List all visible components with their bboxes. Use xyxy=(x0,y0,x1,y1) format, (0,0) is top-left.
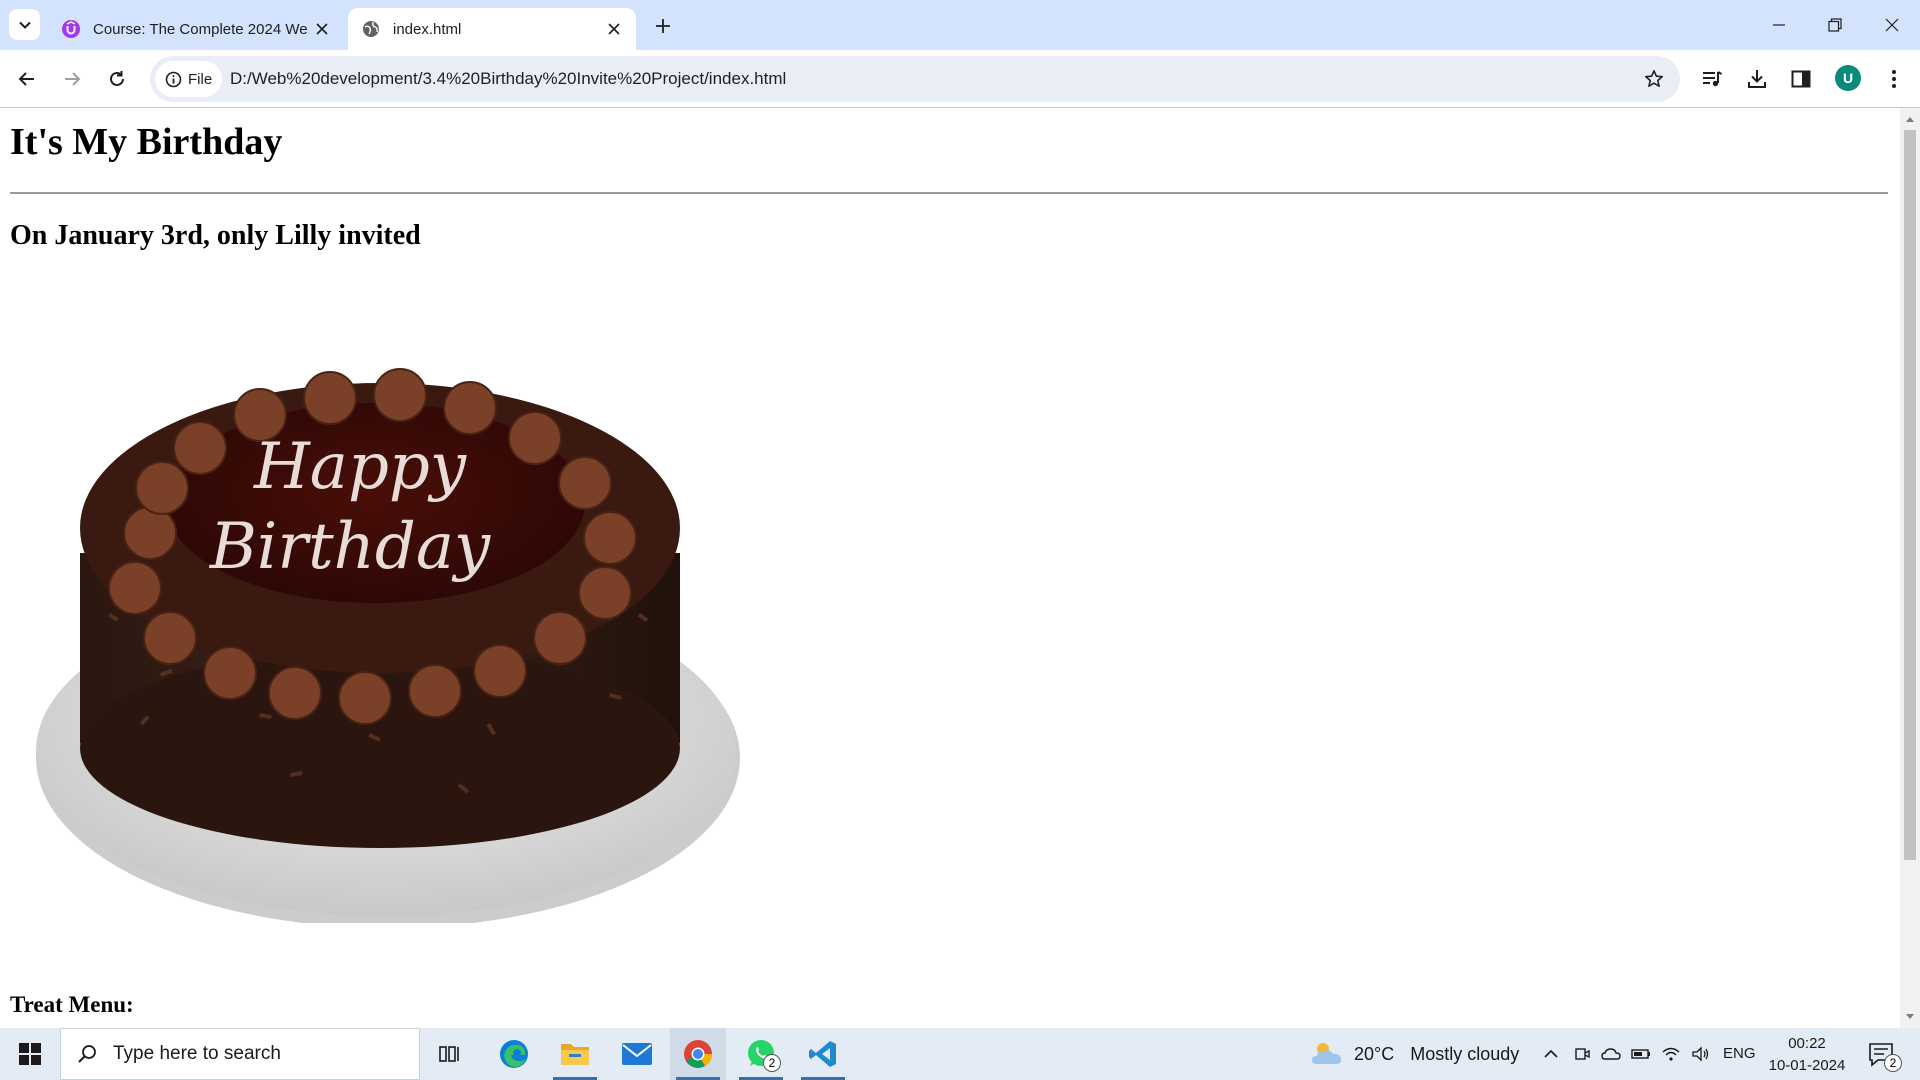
onedrive-icon[interactable] xyxy=(1598,1028,1624,1080)
clock-date: 10-01-2024 xyxy=(1768,1057,1846,1074)
clock-time: 00:22 xyxy=(1788,1035,1826,1052)
close-window-button[interactable] xyxy=(1863,0,1920,50)
site-info-label: File xyxy=(188,70,213,88)
weather-widget[interactable]: 20°C Mostly cloudy xyxy=(1310,1028,1519,1080)
horizontal-rule xyxy=(10,192,1888,194)
whatsapp-app[interactable]: 2 xyxy=(733,1028,789,1080)
media-control-icon[interactable] xyxy=(1698,65,1726,93)
scroll-down-icon[interactable] xyxy=(1905,1012,1915,1022)
treat-menu-heading: Treat Menu: xyxy=(10,992,134,1017)
bookmark-star-icon[interactable] xyxy=(1642,67,1666,91)
globe-icon xyxy=(361,19,381,39)
reload-button[interactable] xyxy=(99,61,135,97)
wifi-icon[interactable] xyxy=(1658,1028,1684,1080)
mail-icon xyxy=(622,1043,652,1065)
invite-subheading: On January 3rd, only Lilly invited xyxy=(10,220,421,251)
notification-badge: 2 xyxy=(763,1054,781,1072)
tab-title: Course: The Complete 2024 We xyxy=(93,20,308,38)
scroll-thumb[interactable] xyxy=(1904,130,1916,860)
edge-icon xyxy=(500,1040,528,1068)
mail-app[interactable] xyxy=(609,1028,665,1080)
tab-strip: Course: The Complete 2024 We index.html xyxy=(0,0,1920,50)
search-placeholder: Type here to search xyxy=(113,1043,281,1064)
volume-icon[interactable] xyxy=(1688,1028,1714,1080)
notification-center-button[interactable]: 2 xyxy=(1866,1038,1902,1072)
task-view-icon xyxy=(439,1046,459,1062)
info-icon xyxy=(165,71,182,87)
page-heading: It's My Birthday xyxy=(10,121,283,163)
page-viewport: It's My Birthday On January 3rd, only Li… xyxy=(0,108,1900,1028)
close-icon[interactable] xyxy=(308,15,336,43)
tab-search-button[interactable] xyxy=(9,9,40,40)
vscode-icon xyxy=(809,1041,836,1067)
more-menu-icon[interactable] xyxy=(1880,65,1908,93)
profile-avatar[interactable]: U xyxy=(1835,65,1861,91)
address-bar[interactable]: File D:/Web%20development/3.4%20Birthday… xyxy=(150,56,1680,102)
windows-logo-icon xyxy=(19,1043,41,1065)
cake-text-happy: Happy xyxy=(253,430,467,504)
folder-icon xyxy=(561,1044,589,1065)
start-button[interactable] xyxy=(0,1028,60,1080)
chevron-down-icon xyxy=(18,21,31,29)
page-scrollbar[interactable] xyxy=(1900,108,1920,1028)
plus-icon xyxy=(656,19,670,33)
notification-count: 2 xyxy=(1884,1054,1902,1072)
new-tab-button[interactable] xyxy=(648,11,678,41)
battery-icon[interactable] xyxy=(1628,1028,1654,1080)
reload-icon xyxy=(110,71,124,86)
restore-button[interactable] xyxy=(1806,0,1863,50)
cloud-sun-icon xyxy=(1312,1043,1342,1064)
chrome-icon xyxy=(684,1040,712,1068)
download-icon[interactable] xyxy=(1743,65,1771,93)
close-icon[interactable] xyxy=(600,15,628,43)
vscode-app[interactable] xyxy=(795,1028,851,1080)
system-clock[interactable]: 00:22 10-01-2024 xyxy=(1764,1033,1850,1077)
chrome-app[interactable] xyxy=(670,1028,726,1080)
close-icon xyxy=(1885,18,1898,32)
tab-index-html[interactable]: index.html xyxy=(348,8,636,50)
site-info-chip[interactable]: File xyxy=(155,61,223,97)
arrow-right-icon xyxy=(65,72,81,86)
weather-condition: Mostly cloudy xyxy=(1410,1043,1520,1064)
side-panel-icon[interactable] xyxy=(1787,65,1815,93)
meet-now-icon[interactable] xyxy=(1570,1028,1594,1080)
browser-toolbar: File D:/Web%20development/3.4%20Birthday… xyxy=(0,50,1920,108)
windows-taskbar: Type here to search 2 20°C Mostly cloudy xyxy=(0,1028,1920,1080)
forward-button[interactable] xyxy=(54,61,90,97)
taskbar-search[interactable]: Type here to search xyxy=(60,1028,420,1080)
tab-course[interactable]: Course: The Complete 2024 We xyxy=(48,8,344,50)
minimize-icon xyxy=(1772,24,1785,26)
back-button[interactable] xyxy=(9,61,45,97)
input-language[interactable]: ENG xyxy=(1723,1045,1756,1062)
tab-title: index.html xyxy=(393,20,462,38)
birthday-cake-image: Happy Birthday xyxy=(36,368,740,923)
cake-text-birthday: Birthday xyxy=(209,510,491,584)
task-view-button[interactable] xyxy=(422,1028,478,1080)
url-text[interactable]: D:/Web%20development/3.4%20Birthday%20In… xyxy=(230,69,786,89)
minimize-button[interactable] xyxy=(1750,0,1807,50)
file-explorer-app[interactable] xyxy=(547,1028,603,1080)
udemy-icon xyxy=(61,19,81,39)
chevron-up-icon xyxy=(1544,1049,1558,1058)
scroll-up-icon[interactable] xyxy=(1905,114,1915,124)
show-hidden-icons[interactable] xyxy=(1538,1028,1564,1080)
weather-temperature: 20°C xyxy=(1354,1043,1395,1064)
restore-icon xyxy=(1827,18,1842,32)
edge-app[interactable] xyxy=(486,1028,542,1080)
arrow-left-icon xyxy=(18,72,34,86)
search-icon xyxy=(78,1045,96,1063)
